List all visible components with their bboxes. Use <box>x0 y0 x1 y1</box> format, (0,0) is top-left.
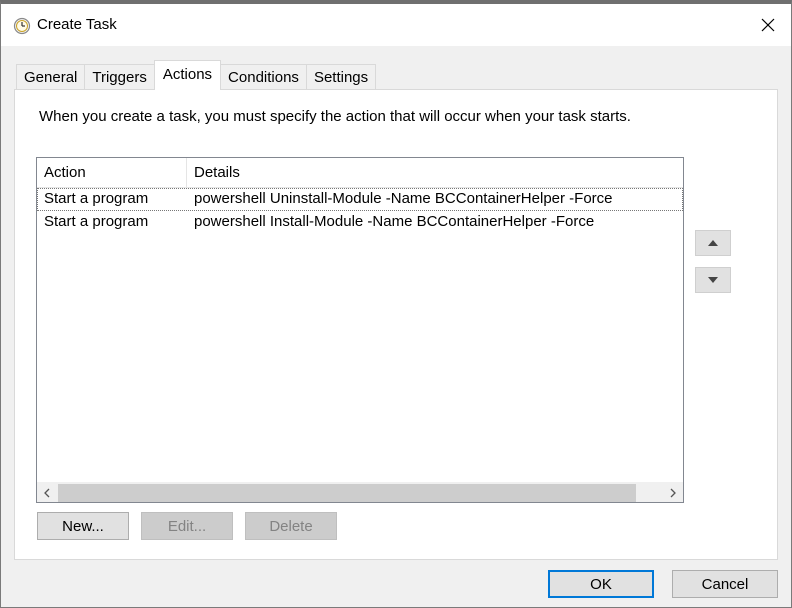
actions-intro-text: When you create a task, you must specify… <box>39 108 631 125</box>
clock-icon <box>13 17 31 35</box>
chevron-right-icon <box>670 488 676 498</box>
tab-general[interactable]: General <box>16 64 86 90</box>
tab-triggers[interactable]: Triggers <box>84 64 155 90</box>
close-button[interactable] <box>745 4 791 46</box>
action-cell: Start a program <box>44 213 149 230</box>
edit-action-button[interactable]: Edit... <box>141 512 233 540</box>
column-header-details[interactable]: Details <box>187 158 683 188</box>
new-action-button[interactable]: New... <box>37 512 129 540</box>
move-up-button[interactable] <box>695 230 731 256</box>
cancel-button[interactable]: Cancel <box>672 570 778 598</box>
create-task-dialog: Create Task General Triggers Actions Con… <box>0 0 792 608</box>
close-icon <box>761 18 775 32</box>
ok-button[interactable]: OK <box>548 570 654 598</box>
actions-panel: When you create a task, you must specify… <box>14 89 778 560</box>
list-item[interactable]: Start a program powershell Install-Modul… <box>37 211 683 234</box>
scrollbar-thumb[interactable] <box>58 484 636 502</box>
column-header-action[interactable]: Action <box>37 158 187 188</box>
chevron-left-icon <box>44 488 50 498</box>
list-header: Action Details <box>37 158 683 188</box>
scroll-right-button[interactable] <box>663 483 683 503</box>
tab-conditions[interactable]: Conditions <box>220 64 307 90</box>
tab-settings[interactable]: Settings <box>305 64 377 90</box>
tab-strip: General Triggers Actions Conditions Sett… <box>16 60 377 90</box>
list-rows: Start a program powershell Uninstall-Mod… <box>37 188 683 234</box>
list-item[interactable]: Start a program powershell Uninstall-Mod… <box>37 188 683 211</box>
title-bar: Create Task <box>1 4 791 46</box>
horizontal-scrollbar[interactable] <box>37 482 683 502</box>
details-cell: powershell Uninstall-Module -Name BCCont… <box>194 190 613 207</box>
move-down-button[interactable] <box>695 267 731 293</box>
triangle-up-icon <box>708 240 718 246</box>
action-cell: Start a program <box>44 190 149 207</box>
details-cell: powershell Install-Module -Name BCContai… <box>194 213 595 230</box>
scroll-left-button[interactable] <box>37 483 57 503</box>
delete-action-button[interactable]: Delete <box>245 512 337 540</box>
tab-actions[interactable]: Actions <box>153 60 222 90</box>
actions-list[interactable]: Action Details Start a program powershel… <box>36 157 684 503</box>
window-title: Create Task <box>37 16 117 33</box>
triangle-down-icon <box>708 277 718 283</box>
